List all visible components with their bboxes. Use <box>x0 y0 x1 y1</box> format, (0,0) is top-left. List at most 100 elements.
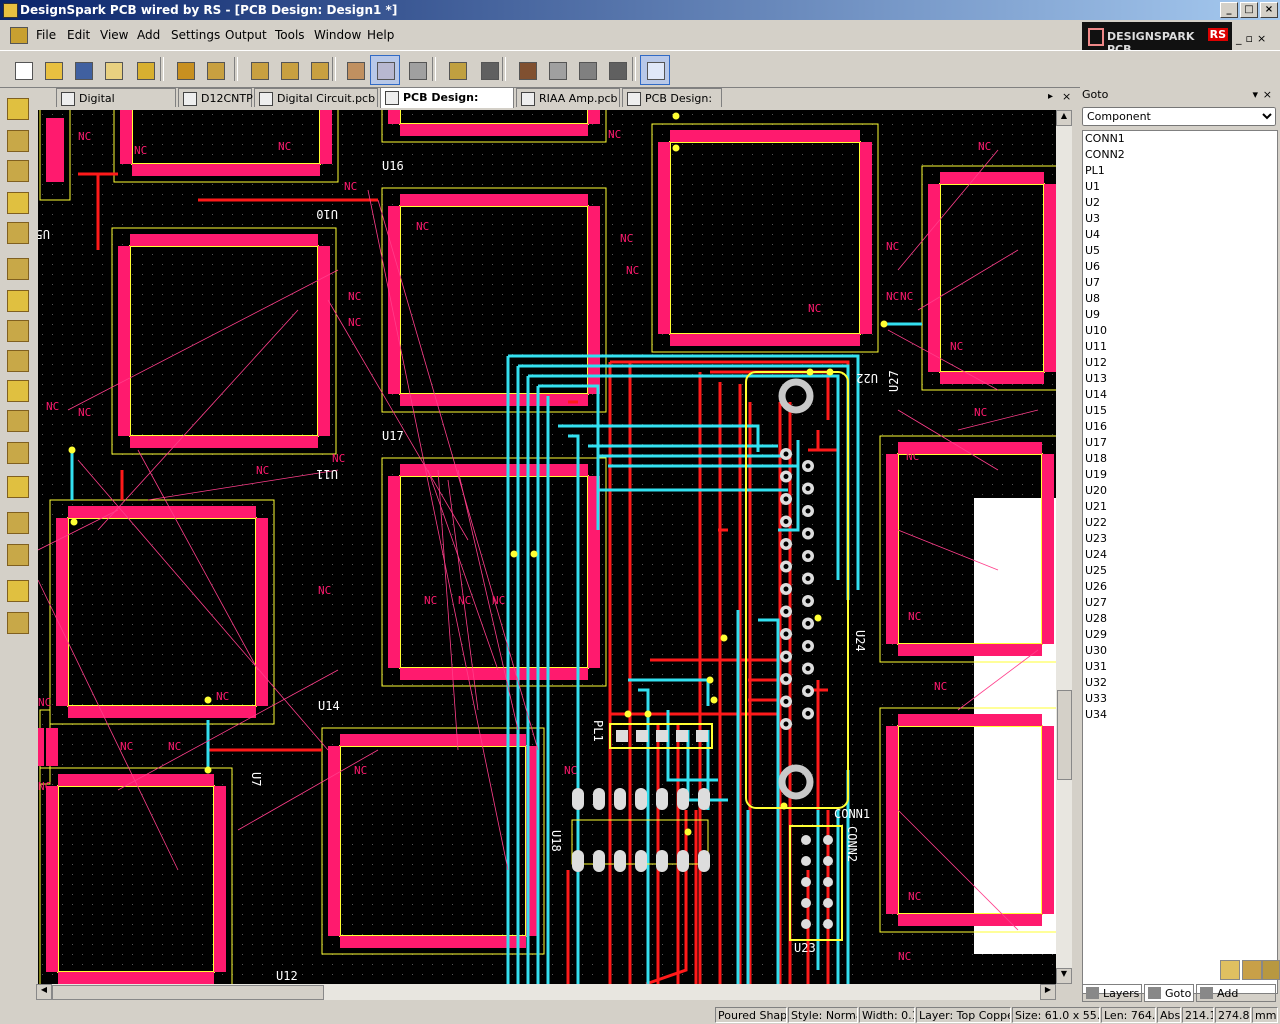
component-list-item[interactable]: CONN1 <box>1083 131 1277 147</box>
component-icon[interactable] <box>7 98 29 120</box>
menu-help[interactable]: Help <box>367 28 394 42</box>
rectangle-icon[interactable] <box>7 410 29 432</box>
cut-button[interactable] <box>512 55 542 85</box>
arc-icon[interactable] <box>7 380 29 402</box>
document-menu-icon[interactable] <box>10 27 28 44</box>
doc-restore-button[interactable]: ▫ <box>1246 32 1253 45</box>
component-list-item[interactable]: U18 <box>1083 451 1277 467</box>
scroll-up-arrow-icon[interactable]: ▲ <box>1056 110 1072 126</box>
tab-scroll-icon[interactable]: ▸ <box>1048 91 1053 102</box>
component-list-item[interactable]: U5 <box>1083 243 1277 259</box>
circle-icon[interactable] <box>7 442 29 464</box>
component-list-item[interactable]: U8 <box>1083 291 1277 307</box>
component-list-item[interactable]: U3 <box>1083 211 1277 227</box>
document-tab[interactable]: Digital Circuit.sch <box>56 88 176 124</box>
select-button[interactable] <box>640 55 670 85</box>
document-tab[interactable]: D12CNTP <box>178 88 253 107</box>
zoom-out-button[interactable] <box>304 55 334 85</box>
tab-layers[interactable]: Layers <box>1082 984 1142 1002</box>
component-list-item[interactable]: U21 <box>1083 499 1277 515</box>
tool-a-icon[interactable] <box>7 580 29 602</box>
line-icon[interactable] <box>7 350 29 372</box>
component-list-item[interactable]: U15 <box>1083 403 1277 419</box>
panel-action-b-icon[interactable] <box>1242 960 1262 980</box>
menu-file[interactable]: File <box>36 28 56 42</box>
menu-settings[interactable]: Settings <box>171 28 220 42</box>
component-list-item[interactable]: U33 <box>1083 691 1277 707</box>
component-list-item[interactable]: U13 <box>1083 371 1277 387</box>
open-folder-button[interactable] <box>98 55 128 85</box>
zoom-in-button[interactable] <box>274 55 304 85</box>
menu-output[interactable]: Output <box>225 28 267 42</box>
component-list-item[interactable]: PL1 <box>1083 163 1277 179</box>
component-list-item[interactable]: U30 <box>1083 643 1277 659</box>
close-button[interactable]: × <box>1260 2 1278 18</box>
component-list-item[interactable]: U27 <box>1083 595 1277 611</box>
tab-goto[interactable]: Goto <box>1144 984 1194 1002</box>
component-list-item[interactable]: U7 <box>1083 275 1277 291</box>
document-tab[interactable]: PCB Design: tt <box>622 88 722 124</box>
component-list-item[interactable]: U14 <box>1083 387 1277 403</box>
ruler-icon[interactable] <box>7 512 29 534</box>
horizontal-scrollbar[interactable]: ◀ ▶ <box>36 984 1056 1000</box>
track-icon[interactable] <box>7 192 29 214</box>
goto-filter-select[interactable]: Component <box>1082 107 1276 126</box>
component-list-item[interactable]: U12 <box>1083 355 1277 371</box>
document-tab[interactable]: Digital Circuit.pcb <box>254 88 378 107</box>
document-tab[interactable]: RIAA Amp.pcb <box>516 88 620 107</box>
menu-edit[interactable]: Edit <box>67 28 90 42</box>
scroll-down-arrow-icon[interactable]: ▼ <box>1056 968 1072 984</box>
component-list-item[interactable]: U19 <box>1083 467 1277 483</box>
horizontal-scroll-thumb[interactable] <box>52 985 324 1000</box>
menu-view[interactable]: View <box>100 28 128 42</box>
vertical-scrollbar[interactable]: ▲ ▼ <box>1056 110 1072 984</box>
panel-action-c-icon[interactable] <box>1262 960 1280 980</box>
tool-b-icon[interactable] <box>7 612 29 634</box>
menu-tools[interactable]: Tools <box>275 28 305 42</box>
component-list-item[interactable]: U29 <box>1083 627 1277 643</box>
dimension-icon[interactable] <box>7 476 29 498</box>
tab-close-icon[interactable]: × <box>1062 90 1071 103</box>
save-button[interactable] <box>68 55 98 85</box>
component-list-item[interactable]: U9 <box>1083 307 1277 323</box>
doc-close-button[interactable]: × <box>1257 32 1266 45</box>
component-list[interactable]: CONN1 CONN2 PL1 U1 U2 U3 U4 U5 U6 U7 U8 U9 U10 U11 U12… <box>1082 130 1278 994</box>
grid-button[interactable] <box>200 55 230 85</box>
shape-icon[interactable] <box>7 258 29 280</box>
redo-button[interactable] <box>474 55 504 85</box>
component-list-item[interactable]: U6 <box>1083 259 1277 275</box>
pour-button[interactable] <box>340 55 370 85</box>
component-list-item[interactable]: U34 <box>1083 707 1277 723</box>
component-list-item[interactable]: U24 <box>1083 547 1277 563</box>
menu-window[interactable]: Window <box>314 28 361 42</box>
pcb-canvas[interactable]: U5 U10 U11 U12 U14 U16 U17 U22 U23 U24 U27 CONN1 CON… <box>38 110 1056 984</box>
component-list-item[interactable]: U31 <box>1083 659 1277 675</box>
tab-add-component[interactable]: Add Com... <box>1196 984 1276 1018</box>
component-list-item[interactable]: U20 <box>1083 483 1277 499</box>
document-tab[interactable]: PCB Design: Design1 <box>380 87 514 123</box>
vertical-scroll-thumb[interactable] <box>1057 690 1072 780</box>
component-list-item[interactable]: U22 <box>1083 515 1277 531</box>
component-list-item[interactable]: U17 <box>1083 435 1277 451</box>
measure-icon[interactable] <box>7 544 29 566</box>
minimize-button[interactable]: _ <box>1220 2 1238 18</box>
paste-button[interactable] <box>572 55 602 85</box>
open-button[interactable] <box>38 55 68 85</box>
delete-button[interactable] <box>602 55 632 85</box>
library-button[interactable] <box>130 55 160 85</box>
grid-toggle-button[interactable] <box>370 55 400 85</box>
copy-button[interactable] <box>542 55 572 85</box>
component-list-item[interactable]: CONN2 <box>1083 147 1277 163</box>
panel-action-a-icon[interactable] <box>1220 960 1240 980</box>
component-list-item[interactable]: U26 <box>1083 579 1277 595</box>
component-list-item[interactable]: U11 <box>1083 339 1277 355</box>
component-list-item[interactable]: U10 <box>1083 323 1277 339</box>
component-list-item[interactable]: U23 <box>1083 531 1277 547</box>
component-list-item[interactable]: U1 <box>1083 179 1277 195</box>
component-list-item[interactable]: U16 <box>1083 419 1277 435</box>
undo-button[interactable] <box>442 55 472 85</box>
zoom-fit-button[interactable] <box>244 55 274 85</box>
text-icon[interactable] <box>7 222 29 244</box>
properties-button[interactable] <box>402 55 432 85</box>
component-list-item[interactable]: U2 <box>1083 195 1277 211</box>
